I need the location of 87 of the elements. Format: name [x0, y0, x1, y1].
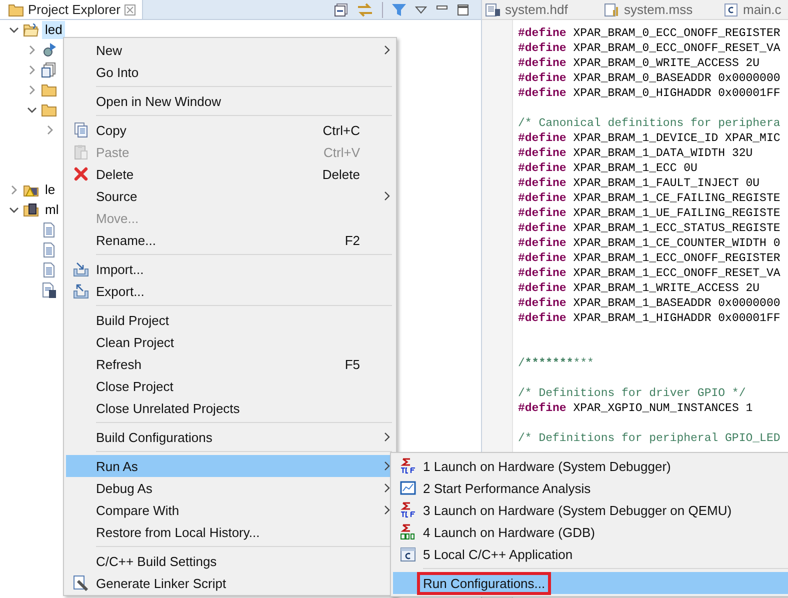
- menu-item[interactable]: Debug As: [66, 477, 394, 499]
- code-line: #define XPAR_BRAM_1_CE_FAILING_REGISTE: [518, 191, 780, 206]
- hardware-file-icon: [485, 2, 501, 18]
- code-line: #define XPAR_BRAM_1_ECC_ONOFF_REGISTER: [518, 251, 780, 266]
- document-icon: [41, 262, 57, 278]
- import-icon: [73, 261, 89, 277]
- chip-document-icon: [41, 282, 57, 298]
- code-line: #define XPAR_BRAM_0_ECC_ONOFF_RESET_VA: [518, 41, 780, 56]
- c-application-icon: [400, 546, 416, 562]
- linker-script-icon: [73, 575, 89, 591]
- code-comment: /* Definitions for peripheral GPIO_LED: [518, 431, 780, 446]
- close-icon[interactable]: [124, 4, 136, 16]
- menu-item[interactable]: Refresh F5: [66, 353, 394, 375]
- menu-item[interactable]: Delete Delete: [66, 163, 394, 185]
- menu-item[interactable]: 5 Local C/C++ Application: [393, 543, 788, 565]
- code-line: #define XPAR_BRAM_1_FAULT_INJECT 0U: [518, 176, 761, 191]
- code-line: #define XPAR_BRAM_1_DATA_WIDTH 32U: [518, 146, 754, 161]
- editor-tab[interactable]: system.hdf: [482, 0, 577, 19]
- view-menu-icon[interactable]: [415, 6, 427, 14]
- menu-item[interactable]: 4 Launch on Hardware (GDB): [393, 521, 788, 543]
- project-explorer-tab[interactable]: Project Explorer: [0, 0, 144, 19]
- code-line: #define XPAR_BRAM_0_ECC_ONOFF_REGISTER: [518, 26, 780, 41]
- copy-icon: [73, 122, 89, 138]
- editor-tab[interactable]: system.mss: [601, 0, 696, 19]
- header-files-icon: [41, 62, 57, 78]
- chip-folder-icon: [23, 202, 39, 218]
- bar-file-icon: [604, 2, 620, 18]
- menu-item[interactable]: Close Unrelated Projects: [66, 397, 394, 419]
- menu-item[interactable]: Go Into: [66, 61, 394, 83]
- code-line: #define XPAR_BRAM_1_BASEADDR 0x0000000: [518, 296, 780, 311]
- delete-icon: [73, 166, 89, 182]
- document-icon: [41, 242, 57, 258]
- menu-item[interactable]: Build Project: [66, 309, 394, 331]
- folder-icon: [41, 102, 57, 118]
- menu-item[interactable]: C/C++ Build Settings: [66, 550, 394, 572]
- menu-item[interactable]: Compare With: [66, 499, 394, 521]
- chart-icon: [400, 480, 416, 496]
- code-comment: /* Canonical definitions for periphera: [518, 116, 780, 131]
- collapse-all-icon[interactable]: [334, 2, 348, 16]
- debugger-icon: [400, 502, 416, 518]
- paste-icon: [73, 144, 89, 160]
- code-line: #define XPAR_BRAM_0_WRITE_ACCESS 2U: [518, 56, 761, 71]
- tree-item[interactable]: le: [42, 181, 58, 199]
- debugger-icon: [400, 524, 416, 540]
- tree-item[interactable]: led: [42, 21, 66, 39]
- menu-item[interactable]: 2 Start Performance Analysis: [393, 477, 788, 499]
- export-icon: [73, 283, 89, 299]
- code-line: #define XPAR_BRAM_1_HIGHADDR 0x00001FF: [518, 311, 780, 326]
- folder-icon: [41, 82, 57, 98]
- code-line: #define XPAR_BRAM_1_DEVICE_ID XPAR_MIC: [518, 131, 780, 146]
- menu-item[interactable]: Generate Linker Script: [66, 572, 394, 594]
- menu-item[interactable]: Build Configurations: [66, 426, 394, 448]
- menu-item[interactable]: Import...: [66, 258, 394, 280]
- menu-item[interactable]: Rename... F2: [66, 229, 394, 251]
- menu-item[interactable]: 1 Launch on Hardware (System Debugger): [393, 455, 788, 477]
- project-folder-icon: [23, 22, 39, 38]
- code-line: #define XPAR_BRAM_1_WRITE_ACCESS 2U: [518, 281, 761, 296]
- menu-item[interactable]: 3 Launch on Hardware (System Debugger on QEMU): [393, 499, 788, 521]
- c-file-icon: [723, 2, 739, 18]
- link-icon[interactable]: [357, 2, 373, 16]
- editor-tab[interactable]: main.c: [720, 0, 788, 19]
- menu-item[interactable]: Copy Ctrl+C: [66, 119, 394, 141]
- code-comment: /* Definitions for driver GPIO */: [518, 386, 747, 401]
- menu-item[interactable]: Restore from Local History...: [66, 521, 394, 543]
- code-line: #define XPAR_BRAM_1_ECC 0U: [518, 161, 698, 176]
- document-icon: [41, 222, 57, 238]
- menu-item[interactable]: Run Configurations...: [393, 572, 788, 594]
- code-line: #define XPAR_BRAM_0_BASEADDR 0x0000000: [518, 71, 780, 86]
- menu-item[interactable]: Clean Project: [66, 331, 394, 353]
- menu-item[interactable]: Export...: [66, 280, 394, 302]
- code-comment: /**********: [518, 356, 595, 371]
- menu-item[interactable]: Source: [66, 185, 394, 207]
- tree-item[interactable]: ml: [42, 201, 62, 219]
- code-line: #define XPAR_BRAM_0_HIGHADDR 0x00001FF: [518, 86, 780, 101]
- debugger-icon: [400, 458, 416, 474]
- maximize-icon[interactable]: [457, 4, 469, 16]
- explorer-icon: [8, 2, 24, 18]
- code-line: #define XPAR_BRAM_1_ECC_STATUS_REGISTE: [518, 221, 780, 236]
- filter-icon[interactable]: [392, 2, 406, 16]
- menu-item[interactable]: New: [66, 39, 394, 61]
- code-line: #define XPAR_BRAM_1_ECC_ONOFF_RESET_VA: [518, 266, 780, 281]
- menu-item[interactable]: Close Project: [66, 375, 394, 397]
- code-line: #define XPAR_BRAM_1_CE_COUNTER_WIDTH 0: [518, 236, 780, 251]
- tab-title: Project Explorer: [28, 2, 120, 17]
- code-line: #define XPAR_XGPIO_NUM_INSTANCES 1: [518, 401, 754, 416]
- menu-item[interactable]: Open in New Window: [66, 90, 394, 112]
- code-line: #define XPAR_BRAM_1_UE_FAILING_REGISTE: [518, 206, 780, 221]
